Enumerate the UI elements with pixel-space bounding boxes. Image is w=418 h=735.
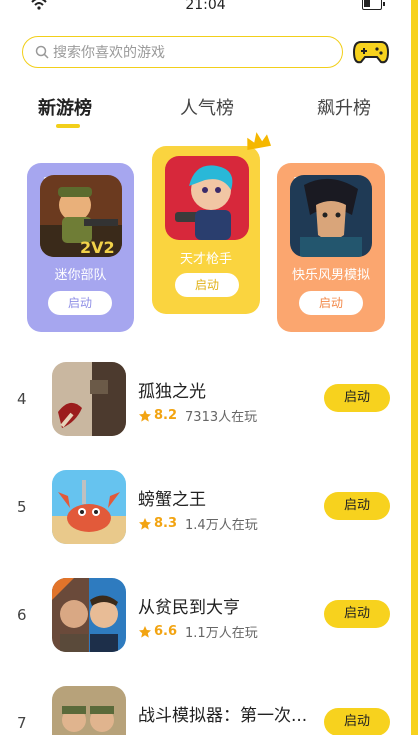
list-item[interactable]: 7 战斗模拟器：第一次... 启动	[0, 668, 411, 735]
launch-button[interactable]: 启动	[48, 291, 112, 315]
players-count: 1.4万人在玩	[185, 518, 258, 533]
launch-button[interactable]: 启动	[299, 291, 363, 315]
status-time: 21:04	[185, 0, 226, 13]
list-item[interactable]: 6 从贫民到大亨 6.6 1.1万人在玩 启动	[0, 560, 411, 668]
game-title: 战斗模拟器：第一次...	[138, 706, 308, 726]
game-score: 8.2	[154, 408, 178, 423]
podium-card-3[interactable]: 3 快乐风男模拟 启动	[277, 163, 385, 332]
tab-rising[interactable]: 飙升榜	[317, 94, 371, 120]
players-count: 1.1万人在玩	[185, 626, 258, 641]
crown-icon	[247, 132, 272, 150]
search-input[interactable]: 搜索你喜欢的游戏	[22, 36, 343, 68]
list-item[interactable]: 4 孤独之光 8.2 7313人在玩 启动	[0, 344, 411, 452]
game-score: 6.6	[154, 624, 178, 639]
list-rank: 5	[17, 498, 27, 516]
search-icon	[35, 45, 49, 59]
launch-button[interactable]: 启动	[324, 492, 390, 520]
game-icon-mini-army: 2V2	[40, 175, 122, 257]
star-icon	[139, 625, 151, 638]
game-meta: 6.6 1.1万人在玩	[138, 622, 258, 641]
game-meta: 8.3 1.4万人在玩	[138, 514, 258, 533]
svg-text:2V2: 2V2	[80, 238, 115, 257]
players-count: 7313人在玩	[185, 410, 258, 425]
podium-card-2[interactable]: 2 2V2 迷你部队 启动	[27, 163, 134, 332]
game-title: 孤独之光	[138, 382, 206, 402]
game-icon-lonely-light	[52, 362, 126, 436]
game-meta: 8.2 7313人在玩	[138, 406, 257, 425]
tab-active-indicator	[56, 124, 80, 128]
list-item[interactable]: 5 螃蟹之王 8.3 1.4万人在玩 启动	[0, 452, 411, 560]
podium-card-1[interactable]: 1 天才枪手 启动	[152, 146, 260, 314]
game-score: 8.3	[154, 516, 178, 531]
game-icon-poor-to-tycoon	[52, 578, 126, 652]
list-rank: 7	[17, 714, 27, 732]
launch-button[interactable]: 启动	[324, 384, 390, 412]
game-icon-genius-gunner	[165, 156, 249, 240]
list-rank: 6	[17, 606, 27, 624]
launch-button[interactable]: 启动	[175, 273, 239, 297]
launch-button[interactable]: 启动	[324, 600, 390, 628]
tab-new-games[interactable]: 新游榜	[38, 94, 92, 120]
game-title: 螃蟹之王	[138, 490, 206, 510]
podium-name: 迷你部队	[54, 268, 107, 283]
star-icon	[139, 517, 151, 530]
battery-icon	[362, 0, 385, 10]
star-icon	[139, 409, 151, 422]
podium-name: 快乐风男模拟	[291, 268, 370, 283]
app-screen: 21:04 搜索你喜欢的游戏 新游榜 人气榜 飙升榜 2V2 迷你部队 启动 天…	[0, 0, 411, 735]
game-title: 从贫民到大亨	[138, 598, 240, 618]
podium-name: 天才枪手	[179, 252, 232, 267]
game-icon-battle-simulator	[52, 686, 126, 735]
screen-edge	[411, 0, 418, 735]
status-bar: 21:04	[0, 0, 411, 16]
list-rank: 4	[17, 390, 27, 408]
gamepad-icon[interactable]	[353, 38, 389, 66]
game-icon-crab-king	[52, 470, 126, 544]
game-icon-happy-wind-man	[290, 175, 372, 257]
search-placeholder: 搜索你喜欢的游戏	[53, 45, 165, 61]
launch-button[interactable]: 启动	[324, 708, 390, 735]
tab-popular[interactable]: 人气榜	[180, 94, 234, 120]
